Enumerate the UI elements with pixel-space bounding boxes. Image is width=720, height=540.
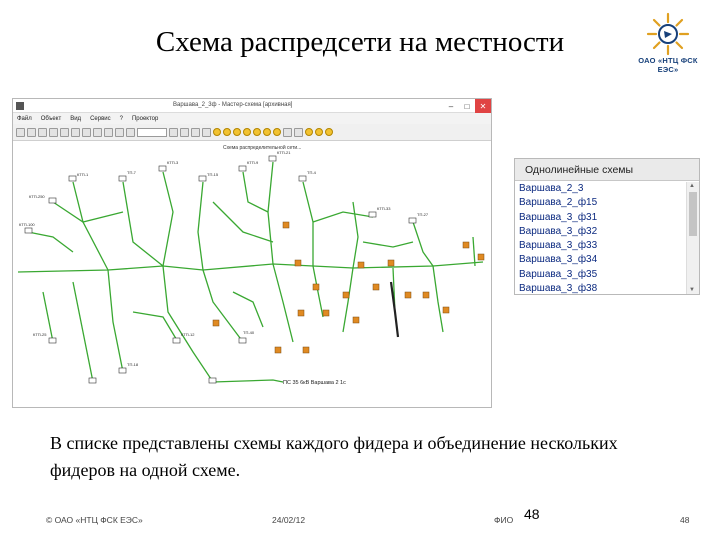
list-item[interactable]: Варшава_3_ф33 (515, 239, 685, 253)
list-item[interactable]: Варшава_2_3 (515, 182, 685, 196)
footer-fio: ФИО (494, 515, 514, 525)
footer-company: © ОАО «НТЦ ФСК ЕЭС» (46, 515, 143, 525)
menu-help[interactable]: ? (120, 116, 123, 122)
pan-icon[interactable] (180, 127, 189, 137)
node-labels: КТП-1 КТП-3 ТП-15 ТП-7 КТП-9 КТП-21 ТП-4… (19, 150, 429, 367)
window-controls: – □ ✕ (443, 99, 491, 113)
svg-text:КТП-250: КТП-250 (29, 194, 45, 199)
window-titlebar: Варшава_2_3ф - Мастер-схема [архивная] –… (13, 99, 491, 113)
list-item[interactable]: Варшава_3_ф31 (515, 211, 685, 225)
print-icon[interactable] (49, 127, 58, 137)
slide-number-right: 48 (680, 515, 690, 525)
svg-text:ТП-27: ТП-27 (417, 212, 429, 217)
list-scrollbar[interactable]: ▲ ▼ (686, 182, 699, 294)
svg-text:КТП-25: КТП-25 (33, 332, 47, 337)
zoom-combo[interactable] (137, 127, 167, 137)
svg-text:ТП-40: ТП-40 (243, 330, 255, 335)
list-item[interactable]: Варшава_3_ф35 (515, 268, 685, 282)
menu-file[interactable]: Файл (17, 116, 32, 122)
svg-text:ТП-18: ТП-18 (127, 362, 139, 367)
footer-date: 24/02/12 (272, 515, 306, 525)
app-icon (16, 102, 24, 110)
status-light-icon[interactable] (223, 128, 231, 136)
slide-number-center: 48 (524, 506, 540, 522)
status-light-icon[interactable] (273, 128, 281, 136)
svg-text:КТП-33: КТП-33 (377, 206, 391, 211)
menu-service[interactable]: Сервис (90, 116, 111, 122)
zoom-out-icon[interactable] (126, 127, 135, 137)
transformer-nodes (24, 155, 417, 384)
feeder-lines (17, 161, 484, 385)
canvas-caption: Схема распределительной сети... (223, 145, 302, 151)
table-icon[interactable] (294, 127, 303, 137)
svg-text:КТП-9: КТП-9 (247, 160, 259, 165)
status-light-icon[interactable] (213, 128, 221, 136)
menu-view[interactable]: Вид (70, 116, 81, 122)
svg-text:КТП-1: КТП-1 (77, 172, 89, 177)
status-light-icon[interactable] (263, 128, 271, 136)
toolbar (13, 124, 491, 141)
list-item[interactable]: Варшава_3_ф32 (515, 225, 685, 239)
list-item[interactable]: Варшава_3_ф34 (515, 253, 685, 267)
maximize-button[interactable]: □ (459, 99, 475, 113)
status-light-icon[interactable] (315, 128, 323, 136)
list-item[interactable]: Варшава_2_ф15 (515, 196, 685, 210)
scroll-down-icon[interactable]: ▼ (689, 287, 695, 293)
slide-title: Схема распредсети на местности (155, 26, 565, 58)
select-icon[interactable] (169, 127, 178, 137)
status-light-icon[interactable] (305, 128, 313, 136)
scroll-thumb[interactable] (689, 192, 697, 236)
svg-text:ТП-15: ТП-15 (207, 172, 219, 177)
list-header: Однолинейные схемы (515, 159, 699, 181)
svg-text:КТП-12: КТП-12 (181, 332, 195, 337)
node-icon[interactable] (202, 127, 211, 137)
line-icon[interactable] (191, 127, 200, 137)
svg-text:ТП-7: ТП-7 (127, 170, 137, 175)
svg-text:КТП-100: КТП-100 (19, 222, 35, 227)
network-schematic: КТП-1 КТП-3 ТП-15 ТП-7 КТП-9 КТП-21 ТП-4… (17, 150, 485, 385)
status-light-icon[interactable] (233, 128, 241, 136)
status-light-icon[interactable] (325, 128, 333, 136)
paste-icon[interactable] (82, 127, 91, 137)
status-light-icon[interactable] (243, 128, 251, 136)
substation-label: ПС 35 6кВ Варшава 2 1с (283, 380, 346, 386)
menu-bar: Файл Объект Вид Сервис ? Проектор (13, 113, 491, 124)
cut-icon[interactable] (60, 127, 69, 137)
schematic-canvas[interactable]: Схема распределительной сети... КТП-1 КТ… (13, 142, 491, 407)
open-icon[interactable] (27, 127, 36, 137)
svg-text:КТП-3: КТП-3 (167, 160, 179, 165)
menu-object[interactable]: Объект (41, 116, 61, 122)
single-line-schemes-list[interactable]: Однолинейные схемы Варшава_2_3 Варшава_2… (514, 158, 700, 295)
new-icon[interactable] (16, 127, 25, 137)
svg-text:ТП-4: ТП-4 (307, 170, 317, 175)
filter-icon[interactable] (283, 127, 292, 137)
window-title: Варшава_2_3ф - Мастер-схема [архивная] (173, 102, 293, 108)
list-items: Варшава_2_3 Варшава_2_ф15 Варшава_3_ф31 … (515, 182, 685, 296)
copy-icon[interactable] (71, 127, 80, 137)
scroll-up-icon[interactable]: ▲ (689, 183, 695, 189)
menu-projector[interactable]: Проектор (132, 116, 158, 122)
close-button[interactable]: ✕ (475, 99, 491, 113)
schematic-app-window: Варшава_2_3ф - Мастер-схема [архивная] –… (12, 98, 492, 408)
redo-icon[interactable] (104, 127, 113, 137)
minimize-button[interactable]: – (443, 99, 459, 113)
slide-body-text: В списке представлены схемы каждого фиде… (50, 433, 618, 480)
undo-icon[interactable] (93, 127, 102, 137)
status-light-icon[interactable] (253, 128, 261, 136)
save-icon[interactable] (38, 127, 47, 137)
zoom-in-icon[interactable] (115, 127, 124, 137)
logo-caption: ОАО «НТЦ ФСК ЕЭС» (638, 56, 698, 74)
list-item[interactable]: Варшава_3_ф38 (515, 282, 685, 296)
